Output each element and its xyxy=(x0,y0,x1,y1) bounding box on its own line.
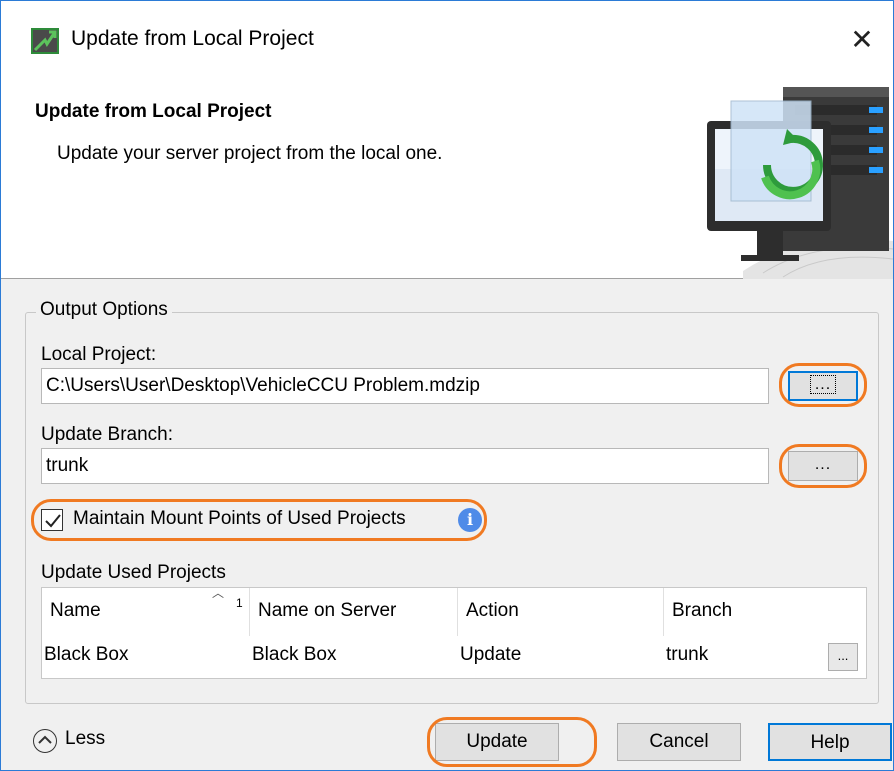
column-header-name[interactable]: Name ︿ 1 xyxy=(42,586,250,636)
update-from-local-project-dialog: Update from Local Project ✕ Update from … xyxy=(0,0,894,771)
local-project-browse-button[interactable]: ... xyxy=(788,371,858,401)
help-button[interactable]: Help xyxy=(768,723,892,761)
used-projects-table: Name ︿ 1 Name on Server Action Branch Bl… xyxy=(41,586,867,679)
server-sync-illustration xyxy=(703,81,894,279)
sort-order-number: 1 xyxy=(236,596,243,610)
column-header-action[interactable]: Action xyxy=(458,588,664,636)
column-header-branch[interactable]: Branch xyxy=(664,588,866,636)
cell-branch[interactable]: trunk xyxy=(664,636,824,678)
banner-subtitle: Update your server project from the loca… xyxy=(57,143,443,164)
local-project-field[interactable]: C:\Users\User\Desktop\VehicleCCU Problem… xyxy=(41,368,769,404)
table-header: Name ︿ 1 Name on Server Action Branch xyxy=(42,586,866,636)
maintain-mount-points-checkbox[interactable] xyxy=(41,509,63,531)
header-banner: Update from Local Project Update your se… xyxy=(1,81,894,279)
update-branch-label: Update Branch: xyxy=(41,424,174,445)
column-header-name-on-server[interactable]: Name on Server xyxy=(250,588,458,636)
local-project-label: Local Project: xyxy=(41,344,157,365)
title-bar: Update from Local Project ✕ xyxy=(1,1,893,81)
sort-ascending-icon: ︿ xyxy=(212,586,225,600)
info-icon[interactable]: i xyxy=(458,508,482,532)
cell-name-on-server: Black Box xyxy=(252,644,337,665)
cell-action[interactable]: Update xyxy=(458,636,664,678)
window-title: Update from Local Project xyxy=(71,27,314,50)
cancel-button[interactable]: Cancel xyxy=(617,723,741,761)
cell-name: Black Box xyxy=(44,644,129,665)
column-header-name-label: Name xyxy=(50,600,101,621)
branch-browse-button[interactable]: ... xyxy=(828,643,858,671)
collapse-chevron-icon xyxy=(33,729,57,753)
magicdraw-app-icon xyxy=(31,28,59,54)
update-button[interactable]: Update xyxy=(435,723,559,761)
output-options-legend: Output Options xyxy=(36,299,172,321)
close-button[interactable]: ✕ xyxy=(837,15,887,65)
update-branch-field[interactable]: trunk xyxy=(41,448,769,484)
maintain-mount-points-label: Maintain Mount Points of Used Projects xyxy=(73,508,406,529)
table-row[interactable]: Black Box Black Box Update trunk ... xyxy=(42,636,866,678)
browse-button-label: ... xyxy=(809,375,837,394)
checkmark-icon xyxy=(45,514,61,528)
less-label: Less xyxy=(65,728,106,749)
update-branch-browse-button[interactable]: ... xyxy=(788,451,858,481)
update-used-projects-label: Update Used Projects xyxy=(41,562,226,583)
banner-title: Update from Local Project xyxy=(35,101,272,122)
